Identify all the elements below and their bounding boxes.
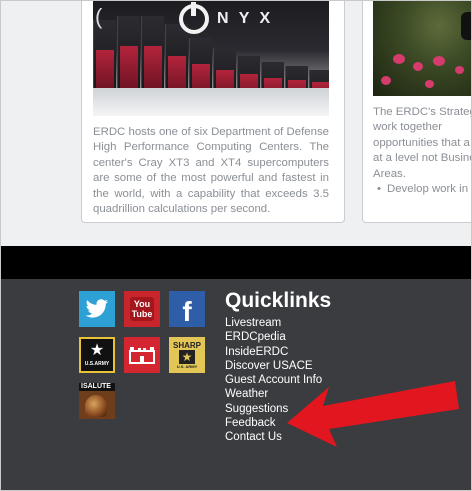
page-frame: ( N Y X ERDC hosts one of six Department… — [0, 0, 472, 491]
hpc-description: ERDC hosts one of six Department of Defe… — [93, 126, 329, 216]
sharp-sub-label: U.S. ARMY — [176, 364, 198, 369]
sharp-star-icon: ★ — [178, 350, 195, 364]
supercomputer-image[interactable]: ( N Y X — [93, 1, 329, 116]
red-arrow-icon — [287, 381, 459, 447]
isalute-icon[interactable]: ISALUTE — [79, 383, 115, 419]
link-insideerdc[interactable]: InsideERDC — [225, 345, 322, 359]
strategy-bullets: Develop work in a way — [373, 182, 471, 197]
strategy-card[interactable]: The ERDC's Strategi to work together opp… — [362, 1, 471, 223]
power-logo-icon — [179, 2, 209, 34]
twitter-bird-icon — [85, 299, 108, 318]
usace-castle-icon[interactable] — [124, 337, 160, 373]
youtube-icon[interactable]: You Tube — [124, 291, 160, 327]
facebook-label: f — [182, 296, 192, 327]
youtube-label: You Tube — [130, 297, 154, 321]
image-badge-icon — [461, 12, 471, 40]
nyx-logo-text: N Y X — [217, 10, 274, 27]
isalute-figure-icon — [85, 395, 107, 417]
content-area: ( N Y X ERDC hosts one of six Department… — [1, 1, 471, 246]
castle-icon — [129, 347, 155, 364]
strategy-description: The ERDC's Strategi to work together opp… — [373, 105, 471, 197]
link-erdcpedia[interactable]: ERDCpedia — [225, 330, 322, 344]
sharp-icon[interactable]: SHARP ★ U.S. ARMY — [169, 337, 205, 373]
sharp-label: SHARP — [172, 341, 201, 350]
quicklinks-title: Quicklinks — [225, 289, 332, 312]
isalute-label: ISALUTE — [81, 383, 111, 390]
footer: You Tube f ★ U.S.ARMY SHARP ★ U.S. ARMY — [1, 279, 471, 490]
strategy-paragraph: The ERDC's Strategi to work together opp… — [373, 106, 471, 180]
link-discover-usace[interactable]: Discover USACE — [225, 359, 322, 373]
link-livestream[interactable]: Livestream — [225, 316, 322, 330]
strategy-bullet: Develop work in a way — [387, 182, 471, 197]
facebook-icon[interactable]: f — [169, 291, 205, 327]
us-army-icon[interactable]: ★ U.S.ARMY — [79, 337, 115, 373]
army-label: U.S.ARMY — [84, 361, 110, 367]
flowers-image[interactable] — [373, 1, 471, 96]
army-star-icon: ★ — [89, 342, 105, 359]
black-band — [1, 246, 471, 279]
bracket-mark-icon: ( — [95, 4, 103, 29]
twitter-icon[interactable] — [79, 291, 115, 327]
hpc-card[interactable]: ( N Y X ERDC hosts one of six Department… — [81, 1, 345, 223]
